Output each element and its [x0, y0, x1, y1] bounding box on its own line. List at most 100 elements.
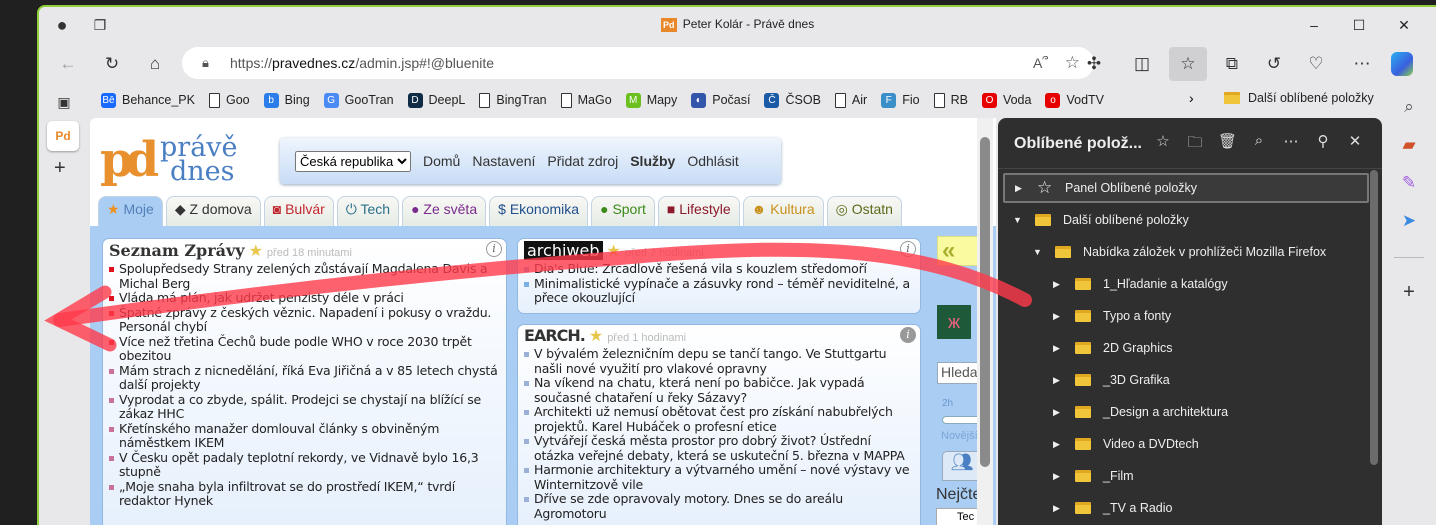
chevron-right-icon[interactable]: ▶ — [1015, 183, 1025, 194]
info-icon[interactable]: i — [900, 327, 916, 343]
search-icon[interactable]: ⌕ — [1250, 132, 1268, 157]
tab-tech[interactable]: ⏻ Tech — [336, 196, 400, 226]
news-item[interactable]: Vytvářejí česká města prostor pro dobrý … — [524, 433, 914, 463]
favorite-folder[interactable]: ▶ 2D Graphics — [1003, 333, 1369, 363]
more-options-icon[interactable]: ⋯ — [1282, 132, 1300, 157]
bookmark-vodtv[interactable]: o VodTV — [1045, 92, 1104, 108]
star-icon[interactable]: ★ — [249, 243, 263, 260]
news-item[interactable]: Křetínského manažer domlouval články s o… — [109, 421, 500, 451]
search-sidebar-icon[interactable]: ⌕ — [1394, 92, 1424, 122]
tab-sport[interactable]: ● Sport — [591, 196, 655, 226]
news-item[interactable]: Spolupředsedy Strany zelených zůstávají … — [109, 261, 500, 291]
collapse-sidebar-button[interactable]: « — [937, 236, 982, 266]
copilot-icon[interactable] — [1391, 52, 1413, 76]
minimize-button[interactable]: – — [1299, 13, 1329, 37]
collections-icon[interactable]: ⧉ — [1217, 49, 1247, 79]
favorite-folder[interactable]: ▶ Video a DVDtech — [1003, 429, 1369, 459]
refresh-icon[interactable]: ↻ — [97, 49, 127, 79]
chevron-right-icon[interactable]: ▶ — [1053, 407, 1063, 418]
nav-add-source[interactable]: Přidat zdroj — [547, 153, 618, 169]
star-icon[interactable]: ★ — [589, 328, 603, 345]
favorite-folder[interactable]: ▶ _3D Grafika — [1003, 365, 1369, 395]
news-item[interactable]: Mám strach z nicnedělání, říká Eva Jiřič… — [109, 363, 500, 393]
favorites-scrollbar[interactable] — [1370, 170, 1378, 465]
news-item[interactable]: Špatné zprávy z českých věznic. Napadení… — [109, 305, 500, 335]
bookmark-deepl[interactable]: D DeepL — [407, 92, 465, 108]
news-item[interactable]: V bývalém železničním depu se tančí tang… — [524, 346, 914, 376]
bookmark-air[interactable]: Air — [834, 92, 867, 108]
news-item[interactable]: Dříve se zde opravovaly motory. Dnes se … — [524, 491, 914, 521]
favorite-star-icon[interactable]: ☆ — [1065, 47, 1080, 79]
tab-ze-světa[interactable]: ● Ze světa — [402, 196, 487, 226]
favorite-folder[interactable]: ▶ ☆ Panel Oblíbené položky — [1003, 173, 1369, 203]
tab-ekonomika[interactable]: $ Ekonomika — [489, 196, 589, 226]
tools-icon[interactable]: ▰ — [1394, 130, 1424, 160]
card-title[interactable]: EARCH. — [524, 327, 586, 345]
news-item[interactable]: V Česku opět padaly teplotní rekordy, ve… — [109, 450, 500, 480]
bookmarks-overflow-icon[interactable]: › — [1189, 90, 1194, 106]
add-folder-icon[interactable]: 🗀︎ — [1186, 132, 1204, 157]
chevron-down-icon[interactable]: ▼ — [1033, 247, 1043, 257]
avatar-icon[interactable]: ж — [937, 305, 971, 339]
tab-z-domova[interactable]: ◆ Z domova — [165, 196, 261, 226]
info-icon[interactable]: i — [900, 241, 916, 257]
nav-home[interactable]: Domů — [423, 153, 460, 169]
home-icon[interactable]: ⌂ — [140, 49, 170, 79]
nav-services[interactable]: Služby — [630, 153, 675, 169]
tab-lifestyle[interactable]: ■ Lifestyle — [657, 196, 740, 226]
nav-settings[interactable]: Nastavení — [472, 153, 535, 169]
news-item[interactable]: Více než třetina Čechů bude podle WHO v … — [109, 334, 500, 364]
bookmark-fio[interactable]: F Fio — [881, 92, 920, 108]
favorites-icon[interactable]: ☆ — [1169, 47, 1207, 81]
add-favorite-icon[interactable]: ☆ — [1154, 132, 1172, 157]
favorite-folder[interactable]: ▼ Další oblíbené položky — [1003, 205, 1369, 235]
bookmark-počasí[interactable]: ◐ Počasí — [691, 92, 750, 108]
bookmark-goo[interactable]: Goo — [208, 92, 250, 108]
favorite-folder[interactable]: ▶ _TV a Radio — [1003, 493, 1369, 523]
extensions-icon[interactable]: ✣ — [1079, 49, 1109, 79]
add-sidebar-icon[interactable]: + — [1394, 277, 1424, 307]
chevron-right-icon[interactable]: ▶ — [1053, 279, 1063, 290]
site-logo[interactable]: pd — [100, 136, 159, 184]
newer-link[interactable]: Novější — [941, 430, 978, 442]
new-tab-icon[interactable]: + — [54, 157, 66, 180]
bookmark-bingtran[interactable]: BingTran — [479, 92, 547, 108]
split-screen-icon[interactable]: ◫ — [1127, 49, 1157, 79]
favorite-folder[interactable]: ▼ Nabídka záložek v prohlížeči Mozilla Fi… — [1003, 237, 1369, 267]
news-item[interactable]: Na víkend na chatu, která není po babičc… — [524, 375, 914, 405]
bookmark-voda[interactable]: O Voda — [981, 92, 1031, 108]
card-title[interactable]: Seznam Zprávy — [109, 241, 245, 260]
chevron-right-icon[interactable]: ▶ — [1053, 343, 1063, 354]
news-item[interactable]: Harmonie architektury a výtvarného umění… — [524, 462, 914, 492]
send-icon[interactable]: ➤ — [1394, 206, 1424, 236]
address-bar[interactable]: 🔒︎ https://pravednes.cz/admin.jsp#!@blue… — [182, 47, 1094, 79]
tab-bulvár[interactable]: ◙ Bulvár — [263, 196, 334, 226]
nav-logout[interactable]: Odhlásit — [687, 153, 738, 169]
history-icon[interactable]: ↺ — [1259, 49, 1289, 79]
tab-ostatn[interactable]: ◎ Ostatn — [826, 196, 902, 226]
designer-icon[interactable]: ✎ — [1394, 168, 1424, 198]
region-select[interactable]: Česká republika — [295, 150, 411, 172]
news-item[interactable]: „Moje snaha byla infiltrovat se do prost… — [109, 479, 500, 509]
tab-kultura[interactable]: ☻ Kultura — [742, 196, 824, 226]
more-icon[interactable]: ⋯ — [1347, 49, 1377, 79]
close-button[interactable]: ✕ — [1389, 13, 1419, 37]
news-item[interactable]: Minimalistické vypínače a zásuvky rond –… — [524, 276, 914, 306]
favorite-folder[interactable]: ▶ Typo a fonty — [1003, 301, 1369, 331]
chevron-down-icon[interactable]: ▼ — [1013, 215, 1023, 225]
star-icon[interactable]: ★ — [607, 243, 621, 260]
favorite-folder[interactable]: ▶ 1_Hľadanie a katalógy — [1003, 269, 1369, 299]
health-icon[interactable]: ♡ — [1301, 49, 1331, 79]
chevron-right-icon[interactable]: ▶ — [1053, 439, 1063, 450]
bookmark-bing[interactable]: b Bing — [263, 92, 310, 108]
back-icon[interactable]: ← — [53, 49, 83, 79]
page-scrollbar[interactable] — [980, 137, 990, 467]
users-icon[interactable]: 👥︎ — [942, 451, 982, 481]
close-panel-icon[interactable]: ✕ — [1346, 132, 1364, 157]
chevron-right-icon[interactable]: ▶ — [1053, 471, 1063, 482]
card-title[interactable]: archiweb — [524, 241, 603, 260]
deleted-favorites-icon[interactable]: 🗑︎ — [1218, 132, 1237, 157]
tab-pravednes[interactable]: Pd — [47, 121, 79, 151]
tab-actions-icon[interactable]: ▣ — [49, 87, 79, 117]
chevron-right-icon[interactable]: ▶ — [1053, 311, 1063, 322]
